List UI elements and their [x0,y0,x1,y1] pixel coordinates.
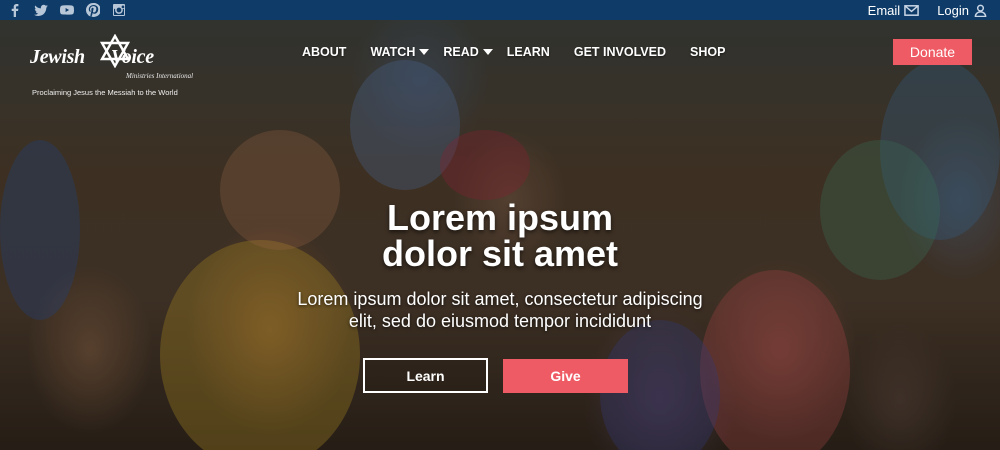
hero-title-line: Lorem ipsum [386,197,614,238]
instagram-icon[interactable] [112,3,126,17]
nav-item-learn[interactable]: LEARN [507,45,550,59]
logo-title-left: Jewish [30,46,85,68]
nav-item-label: READ [443,45,479,59]
hero-subtitle-line: elit, sed do eiusmod tempor incididunt [348,311,652,331]
nav-item-label: SHOP [689,45,726,59]
email-label: Email [867,2,901,18]
logo-title-right: Voice [110,46,154,68]
hero-subtitle-line: Lorem ipsum dolor sit amet, consectetur … [297,289,703,309]
logo-subtitle: Ministries International [126,72,194,80]
nav-item-label: WATCH [370,45,416,59]
pinterest-icon[interactable] [86,3,100,17]
caret-down-icon [419,49,430,55]
nav-item-get-involved[interactable]: GET INVOLVED [574,45,666,59]
logo-title: Jewish Voice [30,46,154,69]
nav-item-label: GET INVOLVED [573,45,666,59]
facebook-icon[interactable] [8,3,22,17]
login-link[interactable]: Login [937,3,988,18]
caret-down-icon [482,49,493,55]
learn-button[interactable]: Learn [363,358,488,393]
main-navigation: ABOUT WATCH READ LEARN GET INVOLVED SHOP [302,45,725,59]
jewish-voice-logo[interactable]: Jewish Voice Ministries International Pro… [30,32,200,100]
youtube-icon[interactable] [60,3,74,17]
nav-item-shop[interactable]: SHOP [690,45,725,59]
user-icon [974,4,987,17]
nav-item-about[interactable]: ABOUT [302,45,346,59]
give-button[interactable]: Give [503,359,628,393]
twitter-icon[interactable] [34,3,48,17]
social-links [8,3,126,17]
nav-item-read[interactable]: READ [443,45,493,59]
hero-subtitle: Lorem ipsum dolor sit amet, consectetur … [230,288,770,332]
donate-button[interactable]: Donate [893,39,972,65]
nav-item-label: LEARN [506,45,550,59]
nav-item-label: ABOUT [302,45,347,59]
hero-title: Lorem ipsum dolor sit amet [300,200,700,272]
hero-title-line: dolor sit amet [381,233,619,274]
utility-bar: Email Login [0,0,1000,20]
account-links: Email Login [868,3,988,18]
envelope-icon [904,4,919,16]
logo-tagline: Proclaiming Jesus the Messiah to the Wor… [32,88,178,97]
nav-item-watch[interactable]: WATCH [370,45,430,59]
email-link[interactable]: Email [868,3,920,18]
login-label: Login [937,2,969,18]
